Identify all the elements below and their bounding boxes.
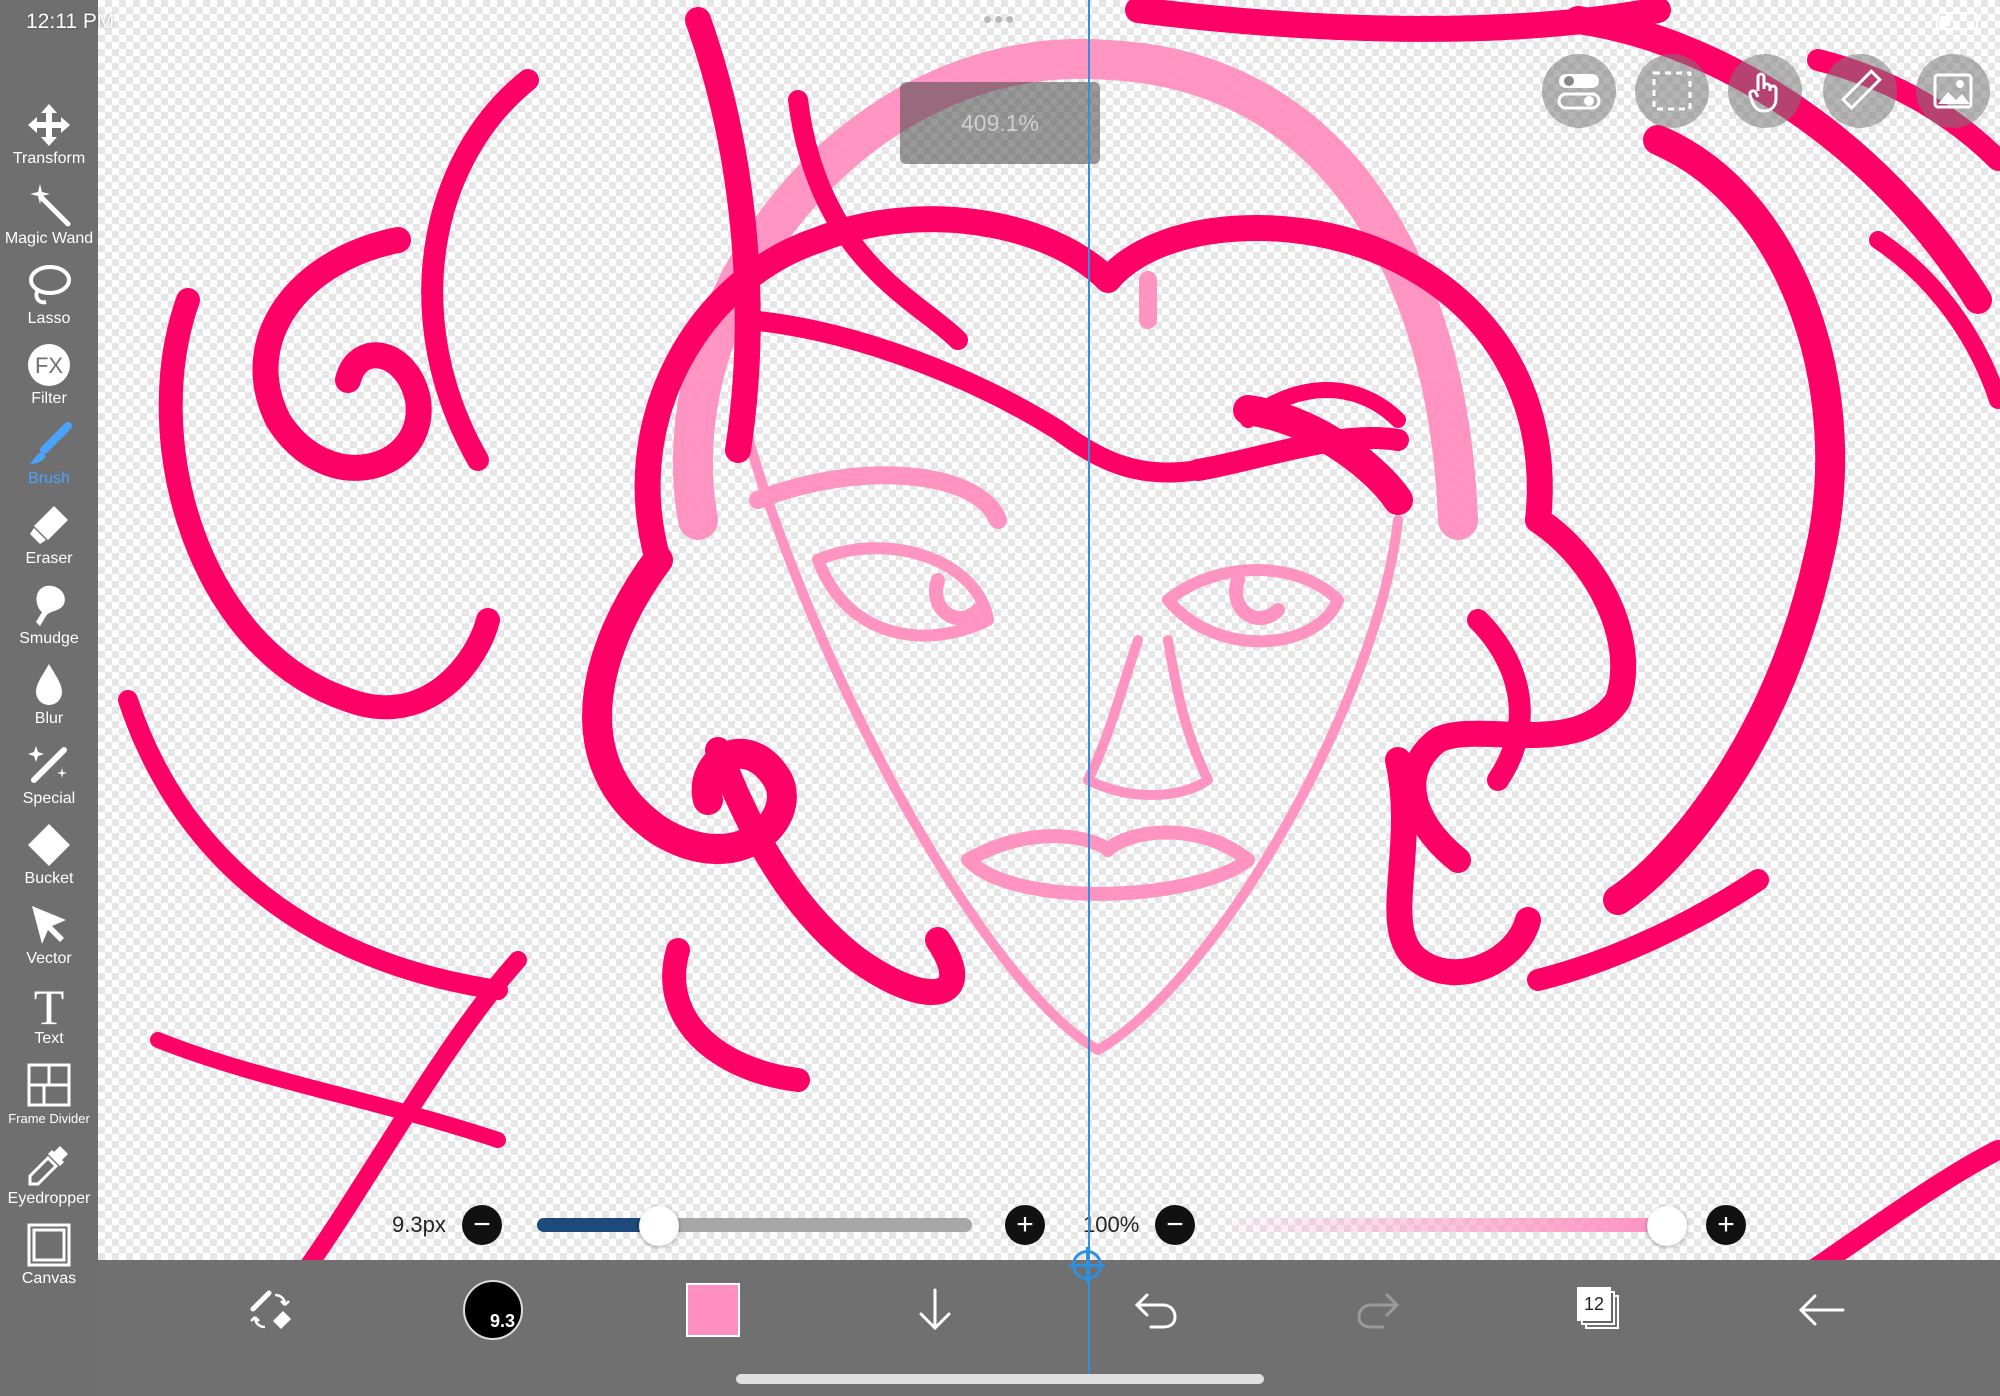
eraser-icon xyxy=(24,502,74,548)
brush-eraser-switch-icon xyxy=(250,1290,291,1329)
brush-preview-circle: 9.3 xyxy=(463,1280,523,1340)
tool-label: Magic Wand xyxy=(4,230,94,247)
artwork xyxy=(118,0,2000,1260)
guide-move-handle[interactable] xyxy=(1069,1247,1105,1283)
opacity-value: 100% xyxy=(1083,1212,1140,1237)
tool-magic-wand[interactable]: Magic Wand xyxy=(0,170,98,248)
tool-brush[interactable]: Brush xyxy=(0,410,98,488)
redo-icon xyxy=(1357,1293,1400,1329)
tool-canvas[interactable]: Canvas xyxy=(0,1210,98,1288)
download-arrow-button[interactable] xyxy=(900,1275,970,1345)
tool-eyedropper[interactable]: Eyedropper xyxy=(0,1130,98,1208)
tool-label: Brush xyxy=(28,470,70,487)
current-color-swatch xyxy=(686,1283,740,1337)
redo-button[interactable] xyxy=(1343,1275,1413,1345)
selection-button[interactable] xyxy=(1635,54,1709,128)
layers-stack-icon: 12 xyxy=(1577,1287,1623,1333)
tool-label: Eraser xyxy=(25,550,73,567)
brush-size-button[interactable]: 9.3 xyxy=(458,1275,528,1345)
tool-special[interactable]: Special xyxy=(0,730,98,808)
tool-smudge[interactable]: Smudge xyxy=(0,570,98,648)
back-button[interactable] xyxy=(1787,1275,1857,1345)
tool-filter[interactable]: FX Filter xyxy=(0,330,98,408)
home-indicator[interactable] xyxy=(736,1374,1264,1384)
lasso-icon xyxy=(24,262,74,308)
ruler-icon xyxy=(1840,69,1882,111)
layer-count: 12 xyxy=(1577,1287,1611,1321)
battery-icon xyxy=(1936,12,1978,30)
zoom-level-indicator: 409.1% xyxy=(900,82,1100,164)
tool-label: Vector xyxy=(26,950,72,967)
bucket-icon xyxy=(24,822,74,868)
brush-size-value: 9.3px xyxy=(392,1212,446,1237)
opacity-slider-knob[interactable] xyxy=(1647,1206,1687,1246)
move-arrows-icon xyxy=(24,102,74,148)
brush-icon xyxy=(24,422,74,468)
tool-eraser[interactable]: Eraser xyxy=(0,490,98,568)
tool-text[interactable]: T Text xyxy=(0,970,98,1048)
brush-size-badge: 9.3 xyxy=(489,1311,515,1331)
brush-size-slider-track[interactable] xyxy=(537,1218,972,1232)
tool-lasso[interactable]: Lasso xyxy=(0,250,98,328)
ruler-button[interactable] xyxy=(1823,54,1897,128)
droplet-icon xyxy=(24,662,74,708)
dashed-selection-icon xyxy=(1652,71,1692,111)
color-button[interactable] xyxy=(678,1275,748,1345)
quick-switch-button[interactable] xyxy=(235,1275,305,1345)
layers-button[interactable]: 12 xyxy=(1565,1275,1635,1345)
opacity-decrease-button[interactable]: − xyxy=(1155,1205,1195,1245)
tool-label: Smudge xyxy=(19,630,79,647)
special-wand-icon xyxy=(24,742,74,788)
tool-transform[interactable]: Transform xyxy=(0,90,98,168)
tool-label: Transform xyxy=(12,150,86,167)
multitasking-dots-icon[interactable]: ••• xyxy=(983,6,1016,32)
brush-size-slider-knob[interactable] xyxy=(638,1206,679,1246)
tool-blur[interactable]: Blur xyxy=(0,650,98,728)
opacity-increase-button[interactable]: + xyxy=(1706,1205,1746,1245)
tool-vector[interactable]: Vector xyxy=(0,890,98,968)
tool-label: Special xyxy=(22,790,76,807)
toggle-switches-button[interactable] xyxy=(1542,54,1616,128)
cursor-arrow-icon xyxy=(24,902,74,948)
brush-size-decrease-button[interactable]: − xyxy=(462,1205,502,1245)
tool-label: Filter xyxy=(31,390,67,407)
arrow-down-icon xyxy=(919,1288,951,1331)
tool-label: Canvas xyxy=(21,1270,77,1287)
tool-label: Blur xyxy=(34,710,64,727)
symmetry-guide-line[interactable] xyxy=(1088,0,1090,1380)
undo-button[interactable] xyxy=(1121,1275,1191,1345)
canvas-square-icon xyxy=(24,1222,74,1268)
frame-divider-icon xyxy=(24,1062,74,1108)
svg-text:T: T xyxy=(34,982,65,1028)
touch-gesture-button[interactable] xyxy=(1728,54,1802,128)
reference-image-button[interactable] xyxy=(1916,54,1990,128)
drawing-canvas[interactable] xyxy=(98,0,2000,1260)
fx-icon: FX xyxy=(24,342,74,388)
smudge-icon xyxy=(24,582,74,628)
eyedropper-icon xyxy=(24,1142,74,1188)
tool-label: Frame Divider xyxy=(8,1111,90,1126)
text-t-icon: T xyxy=(24,982,74,1028)
opacity-slider-track[interactable] xyxy=(1232,1218,1667,1232)
arrow-left-icon xyxy=(1798,1294,1845,1326)
tool-frame-divider[interactable]: Frame Divider xyxy=(0,1050,98,1128)
tool-label: Eyedropper xyxy=(7,1190,91,1207)
status-time: 12:11 PM xyxy=(26,10,115,33)
left-toolbar: Transform Magic Wand Lasso FX Filter Bru… xyxy=(0,0,98,1396)
toggle-switches-icon xyxy=(1557,74,1601,110)
image-reference-icon xyxy=(1933,73,1973,109)
tool-label: Bucket xyxy=(24,870,74,887)
tool-label: Lasso xyxy=(27,310,71,327)
undo-icon xyxy=(1134,1293,1177,1329)
tool-label: Text xyxy=(34,1030,64,1047)
magic-wand-icon xyxy=(24,182,74,228)
svg-text:FX: FX xyxy=(35,353,63,378)
brush-size-increase-button[interactable]: + xyxy=(1005,1205,1045,1245)
hand-touch-icon xyxy=(1748,72,1778,113)
tool-bucket[interactable]: Bucket xyxy=(0,810,98,888)
